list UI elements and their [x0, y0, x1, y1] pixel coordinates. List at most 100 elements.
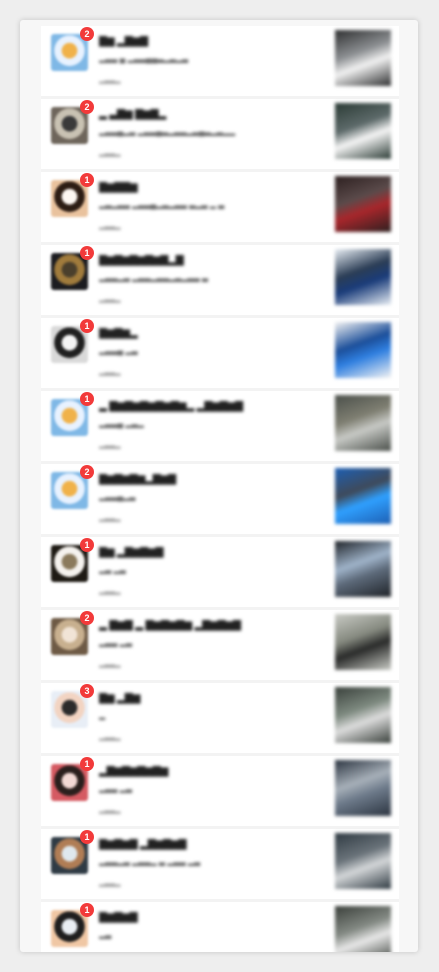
thumbnail-image[interactable]: [335, 760, 391, 816]
message-text: ▇▆▇▆▂ ▂▃▃▄ ▂▃ ▂▃▃▂: [99, 328, 299, 376]
message-time: ▂▃▃▂: [99, 807, 121, 814]
thumbnail-image[interactable]: [335, 249, 391, 305]
message-snippet: ▂▃▃▂▃ ▂▃▃▂ ▃ ▂▃▃ ▂▃: [99, 857, 201, 866]
unread-badge: 1: [80, 319, 94, 333]
message-text: ▇▆ ▂▇▆ ▂ ▂▃▃▂: [99, 693, 299, 741]
message-text: ▇▆▇▆▇ ▂▇▆▇▆▇ ▂▃▃▂▃ ▂▃▃▂ ▃ ▂▃▃ ▂▃ ▂▃▃▂: [99, 839, 299, 887]
message-snippet: ▂▃: [99, 930, 112, 939]
message-text: ▂ ▃▇▆ ▇▆▇▂ ▂▃▃▄▂▃ ▂▃▃▄▃▂▃▃▂▃▄▃▂▃▂▂ ▂▃▃▂: [99, 109, 299, 157]
message-title: ▂ ▃▇▆ ▇▆▇▂: [99, 109, 167, 120]
message-snippet: ▂: [99, 711, 106, 720]
message-time: ▂▃▃▂: [99, 880, 121, 887]
message-title: ▇▆▇▆▇ ▂▇▆▇▆▇: [99, 839, 187, 850]
avatar[interactable]: 2: [51, 100, 94, 144]
list-item[interactable]: 1 ▇▆▇▆▂ ▂▃▃▄ ▂▃ ▂▃▃▂: [41, 315, 399, 388]
unread-badge: 1: [80, 830, 94, 844]
thumbnail-image[interactable]: [335, 687, 391, 743]
message-snippet: ▂▃ ▂▃: [99, 565, 126, 574]
list-item[interactable]: 2 ▂ ▃▇▆ ▇▆▇▂ ▂▃▃▄▂▃ ▂▃▃▄▃▂▃▃▂▃▄▃▂▃▂▂ ▂▃▃▂: [41, 96, 399, 169]
message-snippet: ▂▃▃ ▂▃: [99, 638, 132, 647]
message-title: ▇▆ ▂▇▆▇: [99, 36, 148, 47]
message-text: ▂ ▇▆▇▆▇▆▇▆▇▆▂ ▂▇▆▇▆▇ ▂▃▃▄ ▂▃▂ ▂▃▃▂: [99, 401, 299, 449]
thumbnail-image[interactable]: [335, 906, 391, 952]
unread-badge: 2: [80, 611, 94, 625]
avatar[interactable]: 1: [51, 757, 94, 801]
list-item[interactable]: 1 ▇▆▇▆▇▆▇▆▇▂▇ ▂▃▃▂▃ ▂▃▃▂▃▃▂▃▂▃▃ ▃ ▂▃▃▂: [41, 242, 399, 315]
avatar[interactable]: 3: [51, 684, 94, 728]
avatar[interactable]: 1: [51, 903, 94, 947]
message-title: ▇▆▇▆▂: [99, 328, 138, 339]
message-snippet: ▂▃▃▄▂▃: [99, 492, 136, 501]
unread-badge: 1: [80, 246, 94, 260]
message-snippet: ▂▃▃▂▃ ▂▃▃▂▃▃▂▃▂▃▃ ▃: [99, 273, 209, 282]
message-title: ▂▇▆▇▆▇▆▇▆: [99, 766, 169, 777]
message-snippet: ▂▃▃▄▂▃ ▂▃▃▄▃▂▃▃▂▃▄▃▂▃▂▂: [99, 127, 236, 136]
list-item[interactable]: 2 ▇▆▇▆▇▆▂▇▆▇ ▂▃▃▄▂▃ ▂▃▃▂: [41, 461, 399, 534]
thumbnail-image[interactable]: [335, 468, 391, 524]
message-text: ▇▆▇▇▆ ▂▃▂▃▃ ▂▃▃▄▂▃▂▃▃ ▃▂▃ ▂ ▃ ▂▃▃▂: [99, 182, 299, 230]
message-title: ▂ ▇▆▇▆▇▆▇▆▇▆▂ ▂▇▆▇▆▇: [99, 401, 243, 412]
unread-badge: 3: [80, 684, 94, 698]
avatar[interactable]: 2: [51, 465, 94, 509]
avatar[interactable]: 1: [51, 392, 94, 436]
message-title: ▇▆ ▂▇▆▇▆▇: [99, 547, 164, 558]
thumbnail-image[interactable]: [335, 176, 391, 232]
message-text: ▇▆ ▂▇▆▇ ▂▃▃ ▄ ▂▃▃▄▄▃▂▃▂▃ ▂▃▃▂: [99, 36, 299, 84]
message-snippet: ▂▃▃▄ ▂▃: [99, 346, 138, 355]
message-time: ▂▃▃▂: [99, 223, 121, 230]
message-text: ▇▆ ▂▇▆▇▆▇ ▂▃ ▂▃ ▂▃▃▂: [99, 547, 299, 595]
unread-badge: 2: [80, 27, 94, 41]
unread-badge: 1: [80, 392, 94, 406]
message-time: ▂▃▃▂: [99, 661, 121, 668]
list-item[interactable]: 1 ▇▆▇▆▇ ▂▇▆▇▆▇ ▂▃▃▂▃ ▂▃▃▂ ▃ ▂▃▃ ▂▃ ▂▃▃▂: [41, 826, 399, 899]
message-list: 2 ▇▆ ▂▇▆▇ ▂▃▃ ▄ ▂▃▃▄▄▃▂▃▂▃ ▂▃▃▂ 2 ▂ ▃▇▆ ▇▆▇▂ ▂…: [41, 26, 399, 952]
list-item[interactable]: 1 ▇▆ ▂▇▆▇▆▇ ▂▃ ▂▃ ▂▃▃▂: [41, 534, 399, 607]
list-item[interactable]: 1 ▇▆▇▇▆ ▂▃▂▃▃ ▂▃▃▄▂▃▂▃▃ ▃▂▃ ▂ ▃ ▂▃▃▂: [41, 169, 399, 242]
avatar[interactable]: 1: [51, 173, 94, 217]
avatar[interactable]: 1: [51, 538, 94, 582]
list-item[interactable]: 1 ▂▇▆▇▆▇▆▇▆ ▂▃▃ ▂▃ ▂▃▃▂: [41, 753, 399, 826]
list-item[interactable]: 3 ▇▆ ▂▇▆ ▂ ▂▃▃▂: [41, 680, 399, 753]
thumbnail-image[interactable]: [335, 833, 391, 889]
message-snippet: ▂▃▂▃▃ ▂▃▃▄▂▃▂▃▃ ▃▂▃ ▂ ▃: [99, 200, 225, 209]
list-item[interactable]: 2 ▂ ▇▆▇ ▂ ▇▆▇▆▇▆ ▂▇▆▇▆▇ ▂▃▃ ▂▃ ▂▃▃▂: [41, 607, 399, 680]
message-title: ▇▆ ▂▇▆: [99, 693, 141, 704]
list-item[interactable]: 1 ▂ ▇▆▇▆▇▆▇▆▇▆▂ ▂▇▆▇▆▇ ▂▃▃▄ ▂▃▂ ▂▃▃▂: [41, 388, 399, 461]
message-text: ▇▆▇▆▇▆▇▆▇▂▇ ▂▃▃▂▃ ▂▃▃▂▃▃▂▃▂▃▃ ▃ ▂▃▃▂: [99, 255, 299, 303]
message-text: ▇▆▇▆▇▆▂▇▆▇ ▂▃▃▄▂▃ ▂▃▃▂: [99, 474, 299, 522]
message-time: ▂▃▃▂: [99, 369, 121, 376]
unread-badge: 1: [80, 173, 94, 187]
message-title: ▇▆▇▆▇▆▂▇▆▇: [99, 474, 176, 485]
message-text: ▇▆▇▆▇ ▂▃: [99, 912, 299, 952]
message-title: ▂ ▇▆▇ ▂ ▇▆▇▆▇▆ ▂▇▆▇▆▇: [99, 620, 241, 631]
message-time: ▂▃▃▂: [99, 515, 121, 522]
message-text: ▂ ▇▆▇ ▂ ▇▆▇▆▇▆ ▂▇▆▇▆▇ ▂▃▃ ▂▃ ▂▃▃▂: [99, 620, 299, 668]
list-item[interactable]: 2 ▇▆ ▂▇▆▇ ▂▃▃ ▄ ▂▃▃▄▄▃▂▃▂▃ ▂▃▃▂: [41, 26, 399, 96]
thumbnail-image[interactable]: [335, 614, 391, 670]
phone-frame: 2 ▇▆ ▂▇▆▇ ▂▃▃ ▄ ▂▃▃▄▄▃▂▃▂▃ ▂▃▃▂ 2 ▂ ▃▇▆ ▇▆▇▂ ▂…: [20, 20, 418, 952]
unread-badge: 1: [80, 757, 94, 771]
unread-badge: 1: [80, 903, 94, 917]
unread-badge: 2: [80, 100, 94, 114]
avatar[interactable]: 1: [51, 319, 94, 363]
thumbnail-image[interactable]: [335, 395, 391, 451]
message-title: ▇▆▇▇▆: [99, 182, 138, 193]
avatar[interactable]: 2: [51, 611, 94, 655]
message-title: ▇▆▇▆▇▆▇▆▇▂▇: [99, 255, 184, 266]
message-time: ▂▃▃▂: [99, 77, 121, 84]
thumbnail-image[interactable]: [335, 541, 391, 597]
avatar[interactable]: 1: [51, 246, 94, 290]
message-time: ▂▃▃▂: [99, 150, 121, 157]
message-time: ▂▃▃▂: [99, 442, 121, 449]
thumbnail-image[interactable]: [335, 103, 391, 159]
message-text: ▂▇▆▇▆▇▆▇▆ ▂▃▃ ▂▃ ▂▃▃▂: [99, 766, 299, 814]
avatar[interactable]: 2: [51, 27, 94, 71]
message-time: ▂▃▃▂: [99, 588, 121, 595]
message-title: ▇▆▇▆▇: [99, 912, 138, 923]
avatar[interactable]: 1: [51, 830, 94, 874]
unread-badge: 1: [80, 538, 94, 552]
list-item[interactable]: 1 ▇▆▇▆▇ ▂▃: [41, 899, 399, 952]
thumbnail-image[interactable]: [335, 30, 391, 86]
thumbnail-image[interactable]: [335, 322, 391, 378]
unread-badge: 2: [80, 465, 94, 479]
